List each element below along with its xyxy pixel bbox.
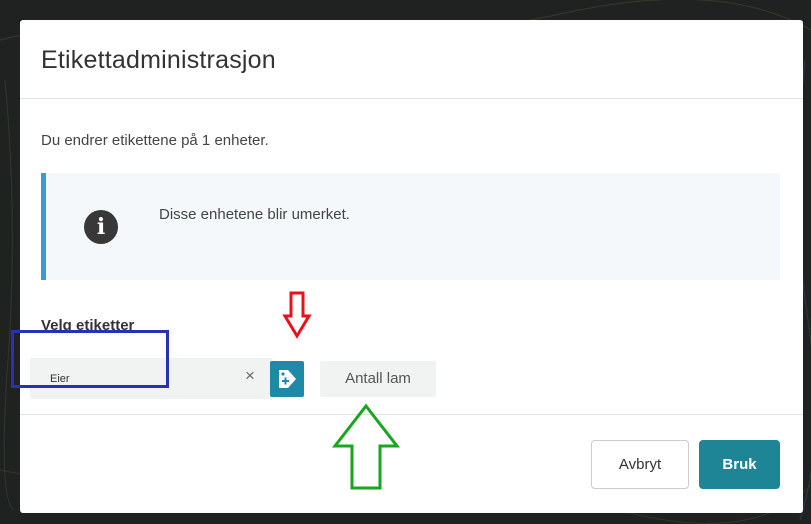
tag-management-dialog: Etikettadministrasjon Du endrer etikette… <box>20 20 803 513</box>
select-tags-label: Velg etiketter <box>41 317 135 334</box>
clear-icon[interactable]: × <box>245 366 255 386</box>
add-tag-button[interactable] <box>270 361 304 397</box>
dialog-header: Etikettadministrasjon <box>20 20 803 99</box>
tag-add-icon <box>279 370 296 388</box>
tag-search-field[interactable] <box>30 358 273 399</box>
dialog-title: Etikettadministrasjon <box>41 46 276 74</box>
footer-divider <box>20 414 803 415</box>
dialog-intro-text: Du endrer etikettene på 1 enheter. <box>41 132 269 149</box>
tag-search-input[interactable] <box>50 368 190 390</box>
info-icon: i <box>84 210 118 244</box>
cancel-button[interactable]: Avbryt <box>591 440 689 489</box>
tag-chip[interactable]: Antall lam <box>320 361 436 397</box>
apply-button[interactable]: Bruk <box>699 440 780 489</box>
info-callout-text: Disse enhetene blir umerket. <box>159 206 350 223</box>
info-callout: i Disse enhetene blir umerket. <box>41 173 780 280</box>
